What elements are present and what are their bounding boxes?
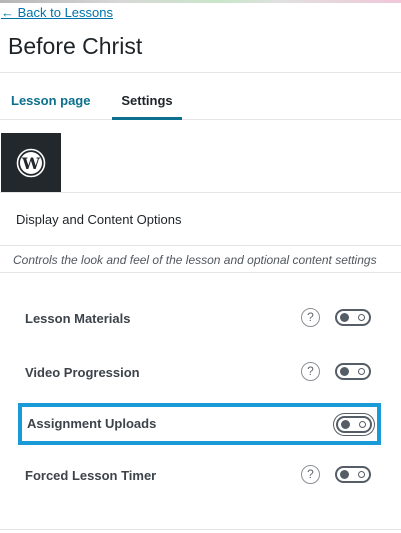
help-icon[interactable]: ? <box>301 362 320 381</box>
toggle-knob <box>341 420 350 429</box>
svg-text:W: W <box>21 154 41 173</box>
section-title[interactable]: Display and Content Options <box>16 212 181 227</box>
setting-label: Video Progression <box>25 365 140 380</box>
toggle-off-indicator <box>358 314 365 321</box>
video-progression-toggle[interactable] <box>335 363 371 380</box>
toggle-off-indicator <box>358 471 365 478</box>
toggle-knob <box>340 367 349 376</box>
setting-row-lesson-materials: Lesson Materials ? <box>0 299 401 339</box>
tab-lesson-page[interactable]: Lesson page <box>11 73 90 120</box>
assignment-uploads-toggle[interactable] <box>336 416 372 433</box>
lesson-materials-toggle[interactable] <box>335 309 371 326</box>
toggle-knob <box>340 470 349 479</box>
toggle-knob <box>340 313 349 322</box>
wordpress-logo-icon[interactable]: W <box>1 133 61 192</box>
top-strip <box>0 0 401 3</box>
back-to-lessons-link[interactable]: ← Back to Lessons <box>1 5 113 20</box>
help-icon[interactable]: ? <box>301 465 320 484</box>
page-title: Before Christ <box>8 33 143 59</box>
setting-label: Lesson Materials <box>25 311 131 326</box>
toggle-off-indicator <box>359 421 366 428</box>
help-icon[interactable]: ? <box>301 308 320 327</box>
toggle-off-indicator <box>358 368 365 375</box>
setting-row-video-progression: Video Progression ? <box>0 353 401 393</box>
setting-label: Forced Lesson Timer <box>25 468 157 483</box>
lesson-settings-panel: ← Back to Lessons Before Christ Lesson p… <box>0 0 401 533</box>
tab-bar: Lesson page Settings <box>0 72 401 120</box>
section-description: Controls the look and feel of the lesson… <box>0 245 401 273</box>
forced-lesson-timer-toggle[interactable] <box>335 466 371 483</box>
tab-settings[interactable]: Settings <box>112 73 182 120</box>
setting-label: Assignment Uploads <box>27 416 157 431</box>
setting-row-assignment-uploads: Assignment Uploads <box>18 403 381 445</box>
setting-row-forced-lesson-timer: Forced Lesson Timer ? <box>0 456 401 496</box>
divider <box>0 529 401 530</box>
